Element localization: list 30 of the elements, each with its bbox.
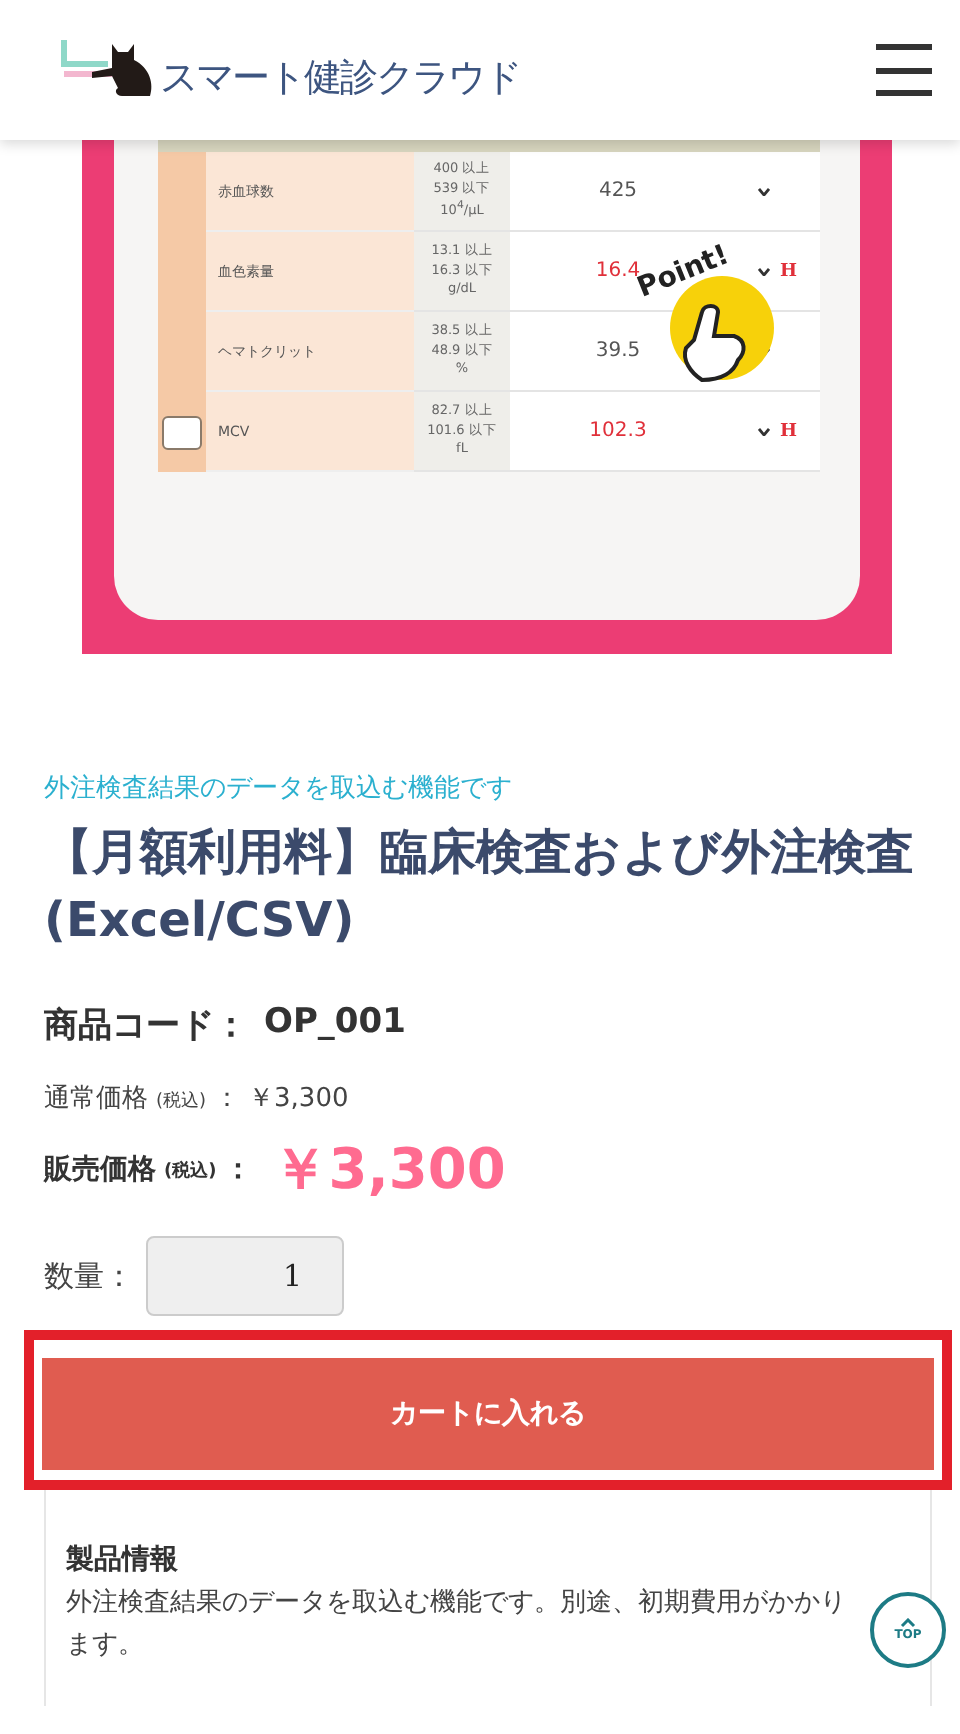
product-code: OP_001 [264, 1002, 406, 1046]
checkbox[interactable] [162, 415, 202, 449]
menu-icon[interactable] [876, 44, 932, 96]
tax-note: (税込) [156, 1089, 207, 1114]
colon: ： [224, 1152, 253, 1188]
result-value: 39.5 [593, 340, 643, 362]
regular-price-label: 通常価格 [44, 1082, 148, 1116]
side-column-cell [158, 152, 206, 232]
catch-copy: 外注検査結果のデータを取込む機能です [44, 772, 514, 806]
add-to-cart-button[interactable]: カートに入れる [42, 1358, 934, 1470]
caret-icon [900, 1618, 916, 1628]
info-text: 外注検査結果のデータを取込む機能です。別途、初期費用がかかります。 [66, 1586, 848, 1664]
sale-price: ￥3,300 [272, 1134, 506, 1206]
dropdown-icon[interactable] [758, 187, 770, 195]
tax-note: (税込) [164, 1158, 217, 1183]
quantity-label: 数量： [44, 1257, 134, 1295]
result-value: 102.3 [587, 420, 649, 442]
dropdown-icon[interactable] [758, 267, 770, 275]
product-code-label: 商品コード： [44, 1004, 248, 1048]
logo-text[interactable]: スマート健診クラウド [160, 52, 520, 104]
sale-price-label: 販売価格 [44, 1152, 156, 1188]
high-flag-label: H [780, 261, 798, 281]
dropdown-icon[interactable] [758, 427, 770, 435]
result-value: 425 [596, 180, 640, 202]
quantity-field[interactable]: 1 [146, 1236, 344, 1316]
product-title: 【月額利用料】臨床検査および外注検査 (Excel/CSV) [44, 822, 916, 952]
high-flag-label: H [780, 421, 798, 441]
info-heading: 製品情報 [66, 1542, 180, 1578]
regular-price: ￥3,300 [248, 1082, 349, 1116]
colon: ： [214, 1082, 241, 1116]
